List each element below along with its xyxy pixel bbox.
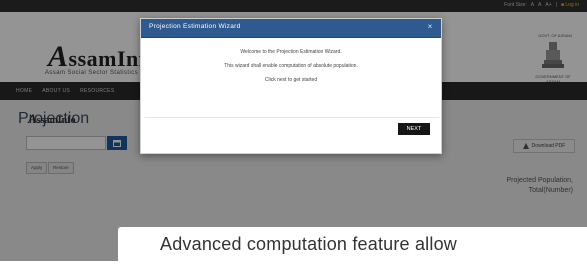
close-icon[interactable]: × [425,22,435,32]
dialog-body: Welcome to the Projection Estimation Wiz… [141,49,441,91]
next-button[interactable]: NEXT [398,123,430,135]
dialog-divider [145,117,439,118]
dialog-header: Projection Estimation Wizard × [141,19,441,38]
dialog-logo: AssamInfo [28,111,76,127]
feature-caption: Advanced computation feature allow [160,234,457,254]
dialog-logo-wordmark: ssamInfo [36,115,76,126]
projection-wizard-dialog: Projection Estimation Wizard × Welcome t… [140,18,442,154]
dialog-title: Projection Estimation Wizard [149,23,241,30]
dialog-description-text: This wizard shall enable computation of … [224,63,358,69]
dialog-logo-initial: A [28,111,37,126]
dialog-instruction-text: Click next to get started [264,77,318,83]
dialog-welcome-text: Welcome to the Projection Estimation Wiz… [240,49,342,55]
